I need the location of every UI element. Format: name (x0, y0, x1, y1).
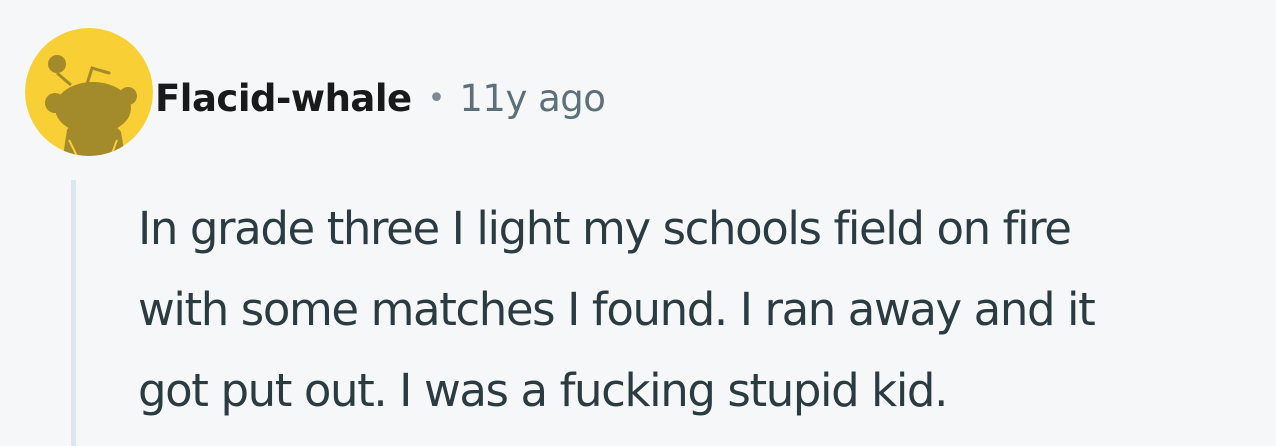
comment-body-line: In grade three I light my schools field … (138, 202, 1072, 255)
snoo-avatar-icon (25, 28, 153, 156)
comment: Flacid-whale • 11y ago In grade three I … (0, 0, 1276, 446)
comment-body-line: with some matches I found. I ran away an… (138, 283, 1096, 336)
comment-body: In grade three I light my schools field … (138, 188, 1268, 431)
user-avatar[interactable] (25, 28, 153, 156)
comment-body-line: got put out. I was a fucking stupid kid. (138, 364, 948, 417)
username-link[interactable]: Flacid-whale (155, 77, 412, 120)
comment-meta: Flacid-whale • 11y ago (155, 70, 606, 126)
meta-separator: • (427, 80, 446, 116)
thread-collapse-line[interactable] (71, 180, 76, 446)
timestamp-link[interactable]: 11y ago (459, 77, 606, 120)
